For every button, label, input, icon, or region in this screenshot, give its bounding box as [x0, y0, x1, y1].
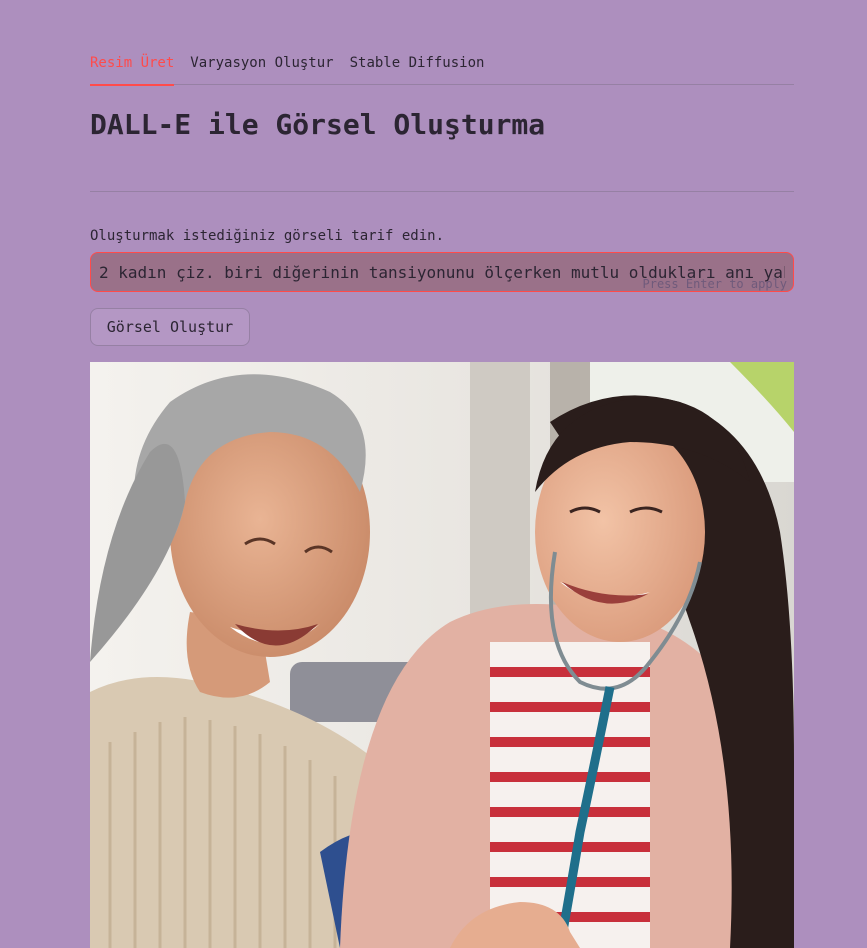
divider — [90, 191, 794, 192]
app-container: Resim Üret Varyasyon Oluştur Stable Diff… — [90, 0, 794, 948]
prompt-label: Oluşturmak istediğiniz görseli tarif edi… — [90, 228, 445, 244]
prompt-input-wrapper: Press Enter to apply — [90, 252, 794, 292]
page-title: DALL-E ile Görsel Oluşturma — [90, 108, 546, 141]
prompt-input[interactable] — [91, 253, 793, 291]
tab-stable-diffusion[interactable]: Stable Diffusion — [350, 52, 485, 85]
tab-resim-uret[interactable]: Resim Üret — [90, 52, 175, 86]
generate-image-button[interactable]: Görsel Oluştur — [90, 308, 250, 346]
tab-varyasyon-olustur[interactable]: Varyasyon Oluştur — [190, 52, 333, 85]
generated-photo-illustration — [90, 362, 794, 948]
tab-bar: Resim Üret Varyasyon Oluştur Stable Diff… — [90, 52, 794, 86]
generated-image — [90, 362, 794, 948]
